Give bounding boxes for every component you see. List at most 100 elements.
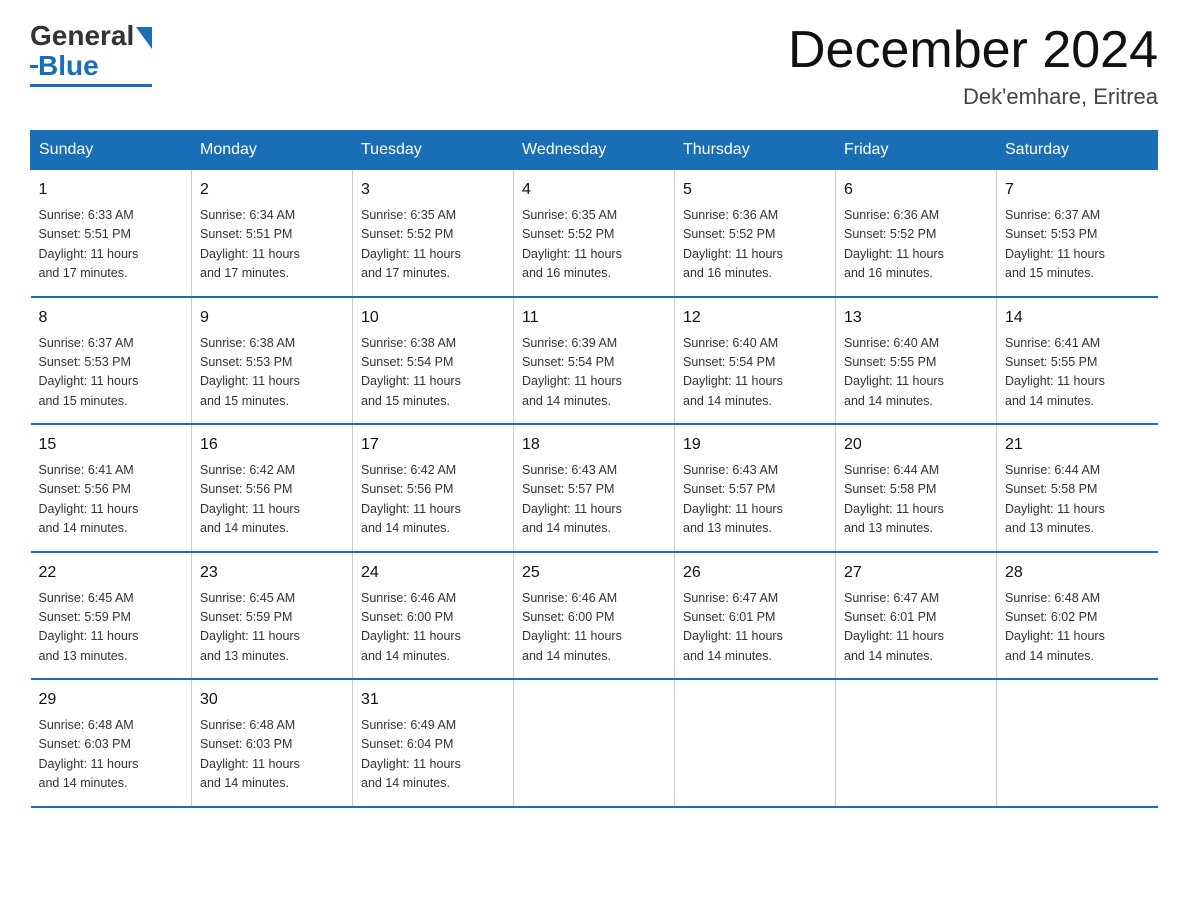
day-number: 17 — [361, 433, 505, 457]
day-info: Sunrise: 6:41 AM Sunset: 5:55 PM Dayligh… — [1005, 334, 1150, 412]
calendar-cell: 27Sunrise: 6:47 AM Sunset: 6:01 PM Dayli… — [836, 552, 997, 680]
day-info: Sunrise: 6:33 AM Sunset: 5:51 PM Dayligh… — [39, 206, 184, 284]
day-number: 1 — [39, 178, 184, 202]
day-number: 30 — [200, 688, 344, 712]
day-info: Sunrise: 6:42 AM Sunset: 5:56 PM Dayligh… — [361, 461, 505, 539]
calendar-week-3: 15Sunrise: 6:41 AM Sunset: 5:56 PM Dayli… — [31, 424, 1158, 552]
calendar-week-1: 1 Sunrise: 6:33 AM Sunset: 5:51 PM Daylig… — [31, 170, 1158, 297]
calendar-cell: 30 Sunrise: 6:48 AM Sunset: 6:03 PM Dayli… — [192, 679, 353, 807]
day-number: 23 — [200, 561, 344, 585]
calendar-cell: 15Sunrise: 6:41 AM Sunset: 5:56 PM Dayli… — [31, 424, 192, 552]
day-number: 3 — [361, 178, 505, 202]
day-info: Sunrise: 6:35 AM Sunset: 5:52 PM Dayligh… — [361, 206, 505, 284]
calendar-cell — [514, 679, 675, 807]
day-info: Sunrise: 6:34 AM Sunset: 5:51 PM Dayligh… — [200, 206, 344, 284]
day-number: 22 — [39, 561, 184, 585]
day-number: 25 — [522, 561, 666, 585]
day-number: 31 — [361, 688, 505, 712]
calendar-cell — [836, 679, 997, 807]
calendar-cell: 22Sunrise: 6:45 AM Sunset: 5:59 PM Dayli… — [31, 552, 192, 680]
day-number: 26 — [683, 561, 827, 585]
calendar-cell: 31Sunrise: 6:49 AM Sunset: 6:04 PM Dayli… — [353, 679, 514, 807]
calendar-cell: 28 Sunrise: 6:48 AM Sunset: 6:02 PM Dayli… — [997, 552, 1158, 680]
day-number: 16 — [200, 433, 344, 457]
day-info: Sunrise: 6:43 AM Sunset: 5:57 PM Dayligh… — [683, 461, 827, 539]
calendar-cell: 11Sunrise: 6:39 AM Sunset: 5:54 PM Dayli… — [514, 297, 675, 425]
day-number: 10 — [361, 306, 505, 330]
calendar-cell: 23 Sunrise: 6:45 AM Sunset: 5:59 PM Dayli… — [192, 552, 353, 680]
day-number: 13 — [844, 306, 988, 330]
weekday-header-thursday: Thursday — [675, 131, 836, 170]
day-info: Sunrise: 6:45 AM Sunset: 5:59 PM Dayligh… — [200, 589, 344, 667]
calendar-cell: 25Sunrise: 6:46 AM Sunset: 6:00 PM Dayli… — [514, 552, 675, 680]
weekday-header-wednesday: Wednesday — [514, 131, 675, 170]
calendar-cell: 6 Sunrise: 6:36 AM Sunset: 5:52 PM Daylig… — [836, 170, 997, 297]
day-number: 28 — [1005, 561, 1150, 585]
day-info: Sunrise: 6:47 AM Sunset: 6:01 PM Dayligh… — [683, 589, 827, 667]
calendar-cell: 17 Sunrise: 6:42 AM Sunset: 5:56 PM Dayli… — [353, 424, 514, 552]
day-info: Sunrise: 6:36 AM Sunset: 5:52 PM Dayligh… — [844, 206, 988, 284]
calendar-cell: 19Sunrise: 6:43 AM Sunset: 5:57 PM Dayli… — [675, 424, 836, 552]
day-info: Sunrise: 6:48 AM Sunset: 6:02 PM Dayligh… — [1005, 589, 1150, 667]
day-number: 18 — [522, 433, 666, 457]
calendar-cell: 14 Sunrise: 6:41 AM Sunset: 5:55 PM Dayli… — [997, 297, 1158, 425]
day-number: 7 — [1005, 178, 1150, 202]
day-info: Sunrise: 6:48 AM Sunset: 6:03 PM Dayligh… — [39, 716, 184, 794]
day-number: 6 — [844, 178, 988, 202]
day-number: 15 — [39, 433, 184, 457]
calendar-cell: 29Sunrise: 6:48 AM Sunset: 6:03 PM Dayli… — [31, 679, 192, 807]
calendar-header: SundayMondayTuesdayWednesdayThursdayFrid… — [31, 131, 1158, 170]
weekday-header-sunday: Sunday — [31, 131, 192, 170]
day-number: 9 — [200, 306, 344, 330]
weekday-header-tuesday: Tuesday — [353, 131, 514, 170]
day-info: Sunrise: 6:44 AM Sunset: 5:58 PM Dayligh… — [1005, 461, 1150, 539]
page-header: General Blue December 2024 Dek'emhare, E… — [30, 20, 1158, 110]
day-number: 14 — [1005, 306, 1150, 330]
day-info: Sunrise: 6:38 AM Sunset: 5:54 PM Dayligh… — [361, 334, 505, 412]
day-info: Sunrise: 6:37 AM Sunset: 5:53 PM Dayligh… — [1005, 206, 1150, 284]
calendar-cell: 16 Sunrise: 6:42 AM Sunset: 5:56 PM Dayli… — [192, 424, 353, 552]
day-number: 24 — [361, 561, 505, 585]
calendar-cell: 3 Sunrise: 6:35 AM Sunset: 5:52 PM Daylig… — [353, 170, 514, 297]
day-number: 20 — [844, 433, 988, 457]
day-info: Sunrise: 6:37 AM Sunset: 5:53 PM Dayligh… — [39, 334, 184, 412]
day-info: Sunrise: 6:40 AM Sunset: 5:55 PM Dayligh… — [844, 334, 988, 412]
calendar-cell — [675, 679, 836, 807]
day-info: Sunrise: 6:48 AM Sunset: 6:03 PM Dayligh… — [200, 716, 344, 794]
calendar-table: SundayMondayTuesdayWednesdayThursdayFrid… — [30, 130, 1158, 808]
calendar-cell: 4Sunrise: 6:35 AM Sunset: 5:52 PM Daylig… — [514, 170, 675, 297]
calendar-cell: 12 Sunrise: 6:40 AM Sunset: 5:54 PM Dayli… — [675, 297, 836, 425]
weekday-header-friday: Friday — [836, 131, 997, 170]
day-number: 4 — [522, 178, 666, 202]
day-info: Sunrise: 6:40 AM Sunset: 5:54 PM Dayligh… — [683, 334, 827, 412]
day-info: Sunrise: 6:38 AM Sunset: 5:53 PM Dayligh… — [200, 334, 344, 412]
calendar-cell: 9 Sunrise: 6:38 AM Sunset: 5:53 PM Daylig… — [192, 297, 353, 425]
day-info: Sunrise: 6:42 AM Sunset: 5:56 PM Dayligh… — [200, 461, 344, 539]
logo: General Blue — [30, 20, 152, 87]
day-info: Sunrise: 6:43 AM Sunset: 5:57 PM Dayligh… — [522, 461, 666, 539]
title-section: December 2024 Dek'emhare, Eritrea — [788, 20, 1158, 110]
day-number: 8 — [39, 306, 184, 330]
header-row: SundayMondayTuesdayWednesdayThursdayFrid… — [31, 131, 1158, 170]
calendar-cell: 21 Sunrise: 6:44 AM Sunset: 5:58 PM Dayli… — [997, 424, 1158, 552]
day-info: Sunrise: 6:46 AM Sunset: 6:00 PM Dayligh… — [361, 589, 505, 667]
day-number: 12 — [683, 306, 827, 330]
logo-blue-text: Blue — [38, 50, 99, 82]
calendar-cell: 2 Sunrise: 6:34 AM Sunset: 5:51 PM Daylig… — [192, 170, 353, 297]
calendar-cell: 24 Sunrise: 6:46 AM Sunset: 6:00 PM Dayli… — [353, 552, 514, 680]
calendar-cell: 20Sunrise: 6:44 AM Sunset: 5:58 PM Dayli… — [836, 424, 997, 552]
day-number: 21 — [1005, 433, 1150, 457]
calendar-cell: 10 Sunrise: 6:38 AM Sunset: 5:54 PM Dayli… — [353, 297, 514, 425]
calendar-cell — [997, 679, 1158, 807]
day-info: Sunrise: 6:47 AM Sunset: 6:01 PM Dayligh… — [844, 589, 988, 667]
day-number: 5 — [683, 178, 827, 202]
calendar-body: 1 Sunrise: 6:33 AM Sunset: 5:51 PM Daylig… — [31, 170, 1158, 807]
calendar-cell: 8 Sunrise: 6:37 AM Sunset: 5:53 PM Daylig… — [31, 297, 192, 425]
day-number: 2 — [200, 178, 344, 202]
weekday-header-saturday: Saturday — [997, 131, 1158, 170]
calendar-cell: 1 Sunrise: 6:33 AM Sunset: 5:51 PM Daylig… — [31, 170, 192, 297]
calendar-cell: 7 Sunrise: 6:37 AM Sunset: 5:53 PM Daylig… — [997, 170, 1158, 297]
weekday-header-monday: Monday — [192, 131, 353, 170]
day-info: Sunrise: 6:39 AM Sunset: 5:54 PM Dayligh… — [522, 334, 666, 412]
day-info: Sunrise: 6:36 AM Sunset: 5:52 PM Dayligh… — [683, 206, 827, 284]
